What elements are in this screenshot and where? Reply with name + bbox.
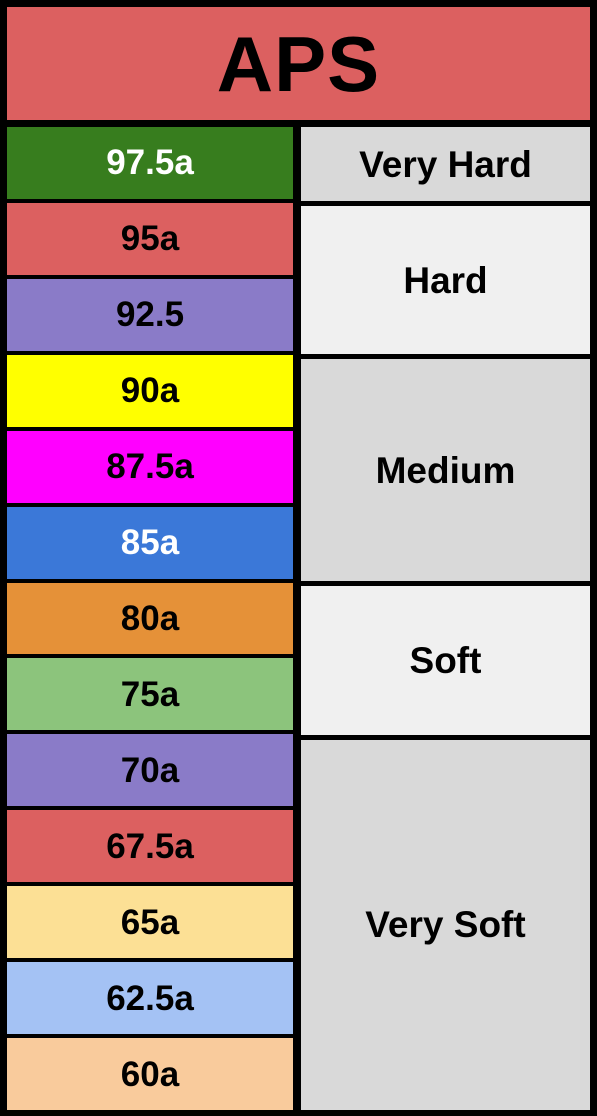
durometer-cell[interactable]: 85a [7, 506, 293, 579]
durometer-cell[interactable]: 67.5a [7, 810, 293, 883]
durometer-cell[interactable]: 90a [7, 354, 293, 427]
durometer-cell[interactable]: 70a [7, 734, 293, 807]
durometer-cell[interactable]: 65a [7, 886, 293, 959]
chart-body: 97.5a 95a 92.5 90a 87.5a 85a 80a 75a 70a 67.5a 65a… [7, 127, 590, 1111]
category-cell[interactable]: Hard [301, 206, 590, 355]
durometer-cell[interactable]: 62.5a [7, 962, 293, 1035]
durometer-cell[interactable]: 97.5a [7, 127, 293, 199]
category-cell[interactable]: Very Soft [301, 739, 590, 1111]
durometer-hardness-chart: APS 97.5a 95a 92.5 90a 87.5a 85a 80a 75a 70a 67.5… [0, 0, 597, 1116]
category-column: Very Hard Hard Medium Soft Very Soft [301, 127, 590, 1111]
page-title: APS [7, 7, 590, 120]
category-cell[interactable]: Soft [301, 586, 590, 735]
durometer-column: 97.5a 95a 92.5 90a 87.5a 85a 80a 75a 70a 67.5a 65a… [7, 127, 293, 1110]
durometer-cell[interactable]: 87.5a [7, 430, 293, 503]
durometer-cell[interactable]: 80a [7, 582, 293, 655]
durometer-cell[interactable]: 75a [7, 658, 293, 731]
category-cell[interactable]: Medium [301, 359, 590, 582]
durometer-cell[interactable]: 92.5 [7, 278, 293, 351]
durometer-cell[interactable]: 60a [7, 1038, 293, 1110]
category-cell[interactable]: Very Hard [301, 127, 590, 202]
durometer-cell[interactable]: 95a [7, 202, 293, 275]
banner-divider [7, 120, 590, 127]
